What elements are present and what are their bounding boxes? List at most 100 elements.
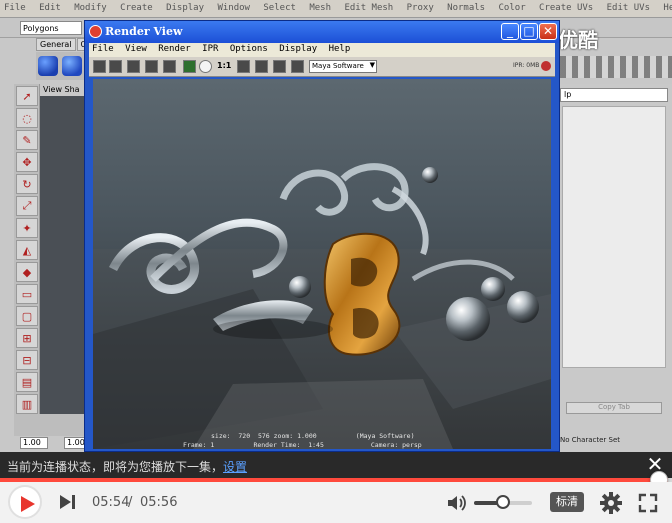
viewport-panel[interactable]: View Sha xyxy=(40,84,90,424)
maya-menu-modify[interactable]: Modify xyxy=(70,0,111,13)
show-manipulator-icon[interactable]: ◆ xyxy=(16,262,38,282)
poly-cube-icon[interactable] xyxy=(62,56,82,76)
layout-single-icon[interactable]: ▢ xyxy=(16,306,38,326)
screen: File Edit Modify Create Display Window S… xyxy=(0,0,672,523)
autoplay-notice-bar: 当前为连播状态，即将为您播放下一集，设置 ✕ xyxy=(0,452,672,478)
shelf-tool-strip xyxy=(560,56,672,78)
layout-graph-icon[interactable]: ▥ xyxy=(16,394,38,414)
shelf xyxy=(36,52,86,80)
window-close-button[interactable]: ✕ xyxy=(539,23,557,40)
last-tool-icon[interactable]: ▭ xyxy=(16,284,38,304)
autoplay-notice-text: 当前为连播状态，即将为您播放下一集， xyxy=(7,460,224,474)
soft-mod-tool-icon[interactable]: ◭ xyxy=(16,240,38,260)
maya-menu-select[interactable]: Select xyxy=(259,0,300,13)
play-button[interactable] xyxy=(8,485,42,519)
maya-menu-create-uvs[interactable]: Create UVs xyxy=(535,0,597,13)
render-stats-size: size: 720 576 zoom: 1.000 (Maya Software… xyxy=(211,432,415,440)
remove-image-icon[interactable] xyxy=(255,60,268,73)
alpha-channel-icon[interactable] xyxy=(199,60,212,73)
range-start-field[interactable]: 1.00 xyxy=(20,437,48,449)
maximize-button[interactable]: □ xyxy=(520,23,538,40)
universal-tool-icon[interactable]: ✦ xyxy=(16,218,38,238)
render-view-toolbar: 1:1 Maya Software ▼ IPR: 0MB xyxy=(89,57,555,77)
maya-menu-proxy[interactable]: Proxy xyxy=(403,0,438,13)
renderer-value: Maya Software xyxy=(312,62,364,70)
watermark-logo: 优酷 xyxy=(558,28,598,52)
maya-menu-edit-uvs[interactable]: Edit UVs xyxy=(603,0,654,13)
maya-menu-file[interactable]: File xyxy=(0,0,30,13)
player-controls: 05:54 / 05:56 标清 xyxy=(0,482,672,523)
maya-menubar: File Edit Modify Create Display Window S… xyxy=(0,0,672,18)
rv-menu-file[interactable]: File xyxy=(89,43,117,54)
minimize-button[interactable]: _ xyxy=(501,23,519,40)
copy-tab-button[interactable]: Copy Tab xyxy=(566,402,662,414)
channel-box-field[interactable]: lp xyxy=(560,88,668,102)
chevron-down-icon: ▼ xyxy=(369,61,375,69)
quality-button[interactable]: 标清 xyxy=(550,492,584,512)
render-scene-graphic xyxy=(93,163,551,449)
ipr-memory-label: IPR: 0MB xyxy=(513,62,540,69)
render-stats-frame: Frame: 1 Render Time: 1:45 Camera: persp xyxy=(183,441,422,449)
rendered-image[interactable]: size: 720 576 zoom: 1.000 (Maya Software… xyxy=(93,79,551,449)
render-region-icon[interactable] xyxy=(109,60,122,73)
maya-menu-edit-mesh[interactable]: Edit Mesh xyxy=(340,0,397,13)
play-icon xyxy=(21,496,35,512)
renderer-dropdown[interactable]: Maya Software ▼ xyxy=(309,60,377,73)
maya-menu-create[interactable]: Create xyxy=(116,0,157,13)
lasso-tool-icon[interactable]: ◌ xyxy=(16,108,38,128)
maya-app-icon xyxy=(89,25,102,38)
maya-menu-mesh[interactable]: Mesh xyxy=(305,0,335,13)
select-tool-icon[interactable]: ➚ xyxy=(16,86,38,106)
autoplay-settings-link[interactable]: 设置 xyxy=(223,460,247,474)
rv-menu-display[interactable]: Display xyxy=(276,43,320,54)
volume-icon[interactable] xyxy=(447,494,467,512)
render-view-titlebar[interactable]: Render View _ □ ✕ xyxy=(85,21,559,43)
rgb-channels-icon[interactable] xyxy=(183,60,196,73)
character-set-menu[interactable]: No Character Set xyxy=(560,436,640,448)
time-current: 05:54 xyxy=(92,495,130,510)
mode-selector[interactable]: Polygons xyxy=(20,21,82,35)
settings-icon[interactable] xyxy=(600,492,622,514)
time-total: 05:56 xyxy=(140,495,178,510)
maya-menu-normals[interactable]: Normals xyxy=(443,0,489,13)
move-tool-icon[interactable]: ✥ xyxy=(16,152,38,172)
rv-menu-view[interactable]: View xyxy=(122,43,150,54)
autoplay-notice: 当前为连播状态，即将为您播放下一集，设置 xyxy=(7,458,247,475)
attribute-panel xyxy=(562,106,666,368)
channel-box-panel: lp Copy Tab No Character Set xyxy=(556,84,672,452)
maya-menu-edit[interactable]: Edit xyxy=(35,0,65,13)
ipr-status-icon xyxy=(541,61,551,71)
layout-outliner-icon[interactable]: ▤ xyxy=(16,372,38,392)
scale-tool-icon[interactable]: ⤢ xyxy=(16,196,38,216)
ipr-render-icon[interactable] xyxy=(145,60,158,73)
refresh-ipr-icon[interactable] xyxy=(163,60,176,73)
rotate-tool-icon[interactable]: ↻ xyxy=(16,174,38,194)
layout-four-icon[interactable]: ⊞ xyxy=(16,328,38,348)
shelf-tab-general[interactable]: General xyxy=(36,38,76,51)
maya-menu-window[interactable]: Window xyxy=(213,0,254,13)
time-slider[interactable] xyxy=(14,414,88,436)
rv-menu-ipr[interactable]: IPR xyxy=(199,43,221,54)
maya-menu-help[interactable]: Help xyxy=(659,0,672,13)
rv-menu-render[interactable]: Render xyxy=(155,43,194,54)
fullscreen-icon[interactable] xyxy=(638,493,658,513)
maya-menu-color[interactable]: Color xyxy=(495,0,530,13)
maya-menu-display[interactable]: Display xyxy=(162,0,208,13)
real-size-button[interactable]: 1:1 xyxy=(217,61,231,70)
rv-menu-options[interactable]: Options xyxy=(227,43,271,54)
poly-sphere-icon[interactable] xyxy=(38,56,58,76)
layout-split-icon[interactable]: ⊟ xyxy=(16,350,38,370)
camera-icon[interactable] xyxy=(291,60,304,73)
next-icon[interactable] xyxy=(58,494,78,510)
paint-tool-icon[interactable]: ✎ xyxy=(16,130,38,150)
volume-handle[interactable] xyxy=(496,495,510,509)
render-stats: size: 720 576 zoom: 1.000 (Maya Software… xyxy=(93,429,551,449)
snapshot-icon[interactable] xyxy=(127,60,140,73)
redo-render-icon[interactable] xyxy=(93,60,106,73)
render-view-window: Render View _ □ ✕ File View Render IPR O… xyxy=(84,20,560,452)
pan-icon[interactable] xyxy=(273,60,286,73)
keep-image-icon[interactable] xyxy=(237,60,250,73)
toolbox: ➚ ◌ ✎ ✥ ↻ ⤢ ✦ ◭ ◆ ▭ ▢ ⊞ ⊟ ▤ ▥ xyxy=(14,84,40,416)
rv-menu-help[interactable]: Help xyxy=(326,43,354,54)
viewport-menu[interactable]: View Sha xyxy=(40,84,90,96)
